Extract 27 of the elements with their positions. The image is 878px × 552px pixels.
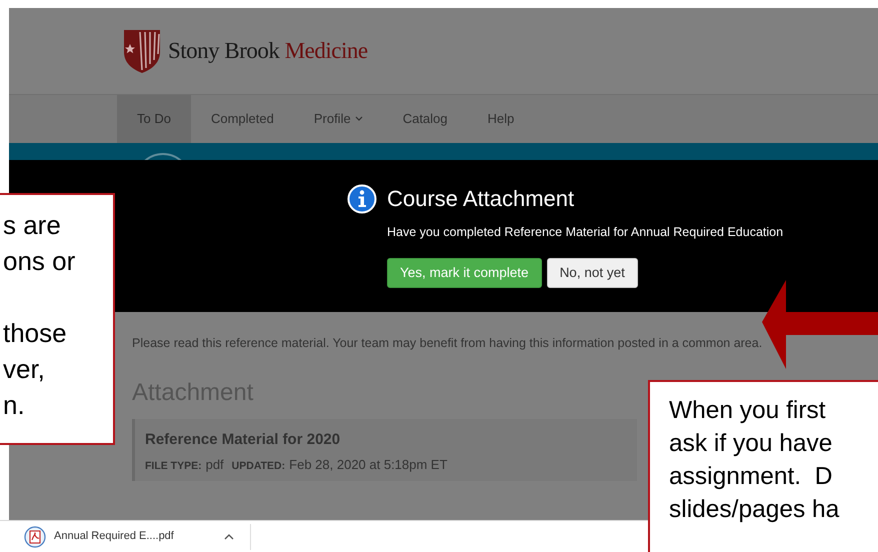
- chevron-down-icon: [354, 116, 363, 122]
- download-filename: Annual Required E....pdf: [54, 529, 174, 544]
- brand-name: Stony Brook: [168, 38, 280, 63]
- attachment-title[interactable]: Reference Material for 2020: [145, 428, 340, 452]
- callout-text: s are ons or those ver, n.: [2, 209, 76, 422]
- meta-label: FILE TYPE:: [145, 459, 202, 474]
- nav-tab[interactable]: To Do: [117, 95, 191, 143]
- brand-suffix: Medicine: [284, 38, 368, 63]
- nav-tab[interactable]: Help: [468, 95, 534, 143]
- confirm-button[interactable]: Yes, mark it complete: [387, 258, 542, 288]
- meta-value: pdf: [206, 456, 224, 474]
- callout-text: When you first ask if you have assignment. D slides/pages ha: [669, 396, 840, 525]
- nav-tab[interactable]: Catalog: [382, 95, 468, 143]
- caret-up-icon[interactable]: [224, 534, 234, 540]
- nav-tab[interactable]: Profile: [294, 95, 383, 143]
- decline-button[interactable]: No, not yet: [546, 258, 638, 288]
- shield-logo-icon: [122, 28, 162, 74]
- meta-value: Feb 28, 2020 at 5:18pm ET: [289, 456, 448, 474]
- instructions-text: Please read this reference material. Your team may benefit from having this information posted in a common area.: [132, 335, 762, 352]
- pdf-file-icon: [24, 526, 46, 548]
- meta-label: UPDATED:: [232, 459, 286, 474]
- info-icon: [347, 184, 377, 214]
- attachment-card[interactable]: Reference Material for 2020 FILE TYPE: pdf UPDATED: Feb 28, 2020 at 5:18pm ET: [132, 418, 637, 481]
- download-item[interactable]: Annual Required E....pdf: [24, 526, 224, 548]
- dialog-question: Have you completed Reference Material for Annual Required Education: [387, 224, 784, 241]
- nav-tab[interactable]: Completed: [190, 95, 294, 143]
- dialog-title: Course Attachment: [387, 185, 574, 213]
